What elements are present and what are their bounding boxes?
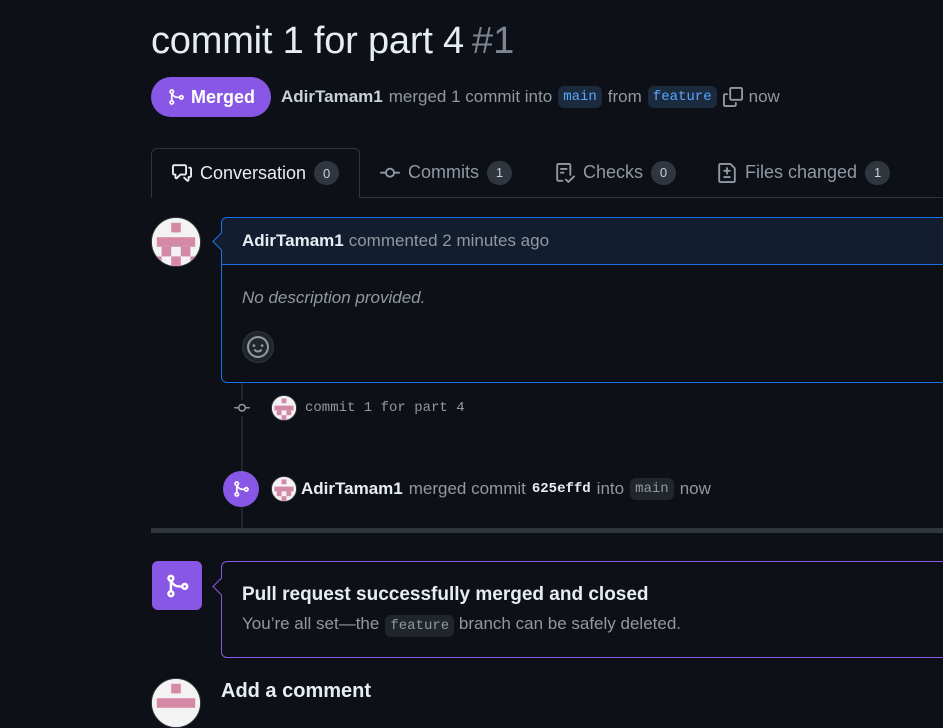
- merge-into-text: into: [596, 479, 625, 498]
- identicon-image: [272, 477, 296, 501]
- merged-status-box: Pull request successfully merged and clo…: [212, 561, 943, 658]
- comment-box: AdirTamam1 commented 2 minutes ago No de…: [212, 217, 943, 383]
- merged-badge-label: Merged: [191, 86, 256, 107]
- comment-discussion-icon: [172, 164, 192, 182]
- add-comment-heading: Add a comment: [221, 680, 372, 702]
- pr-title-row: commit 1 for part 4 #1: [151, 20, 514, 63]
- merged-status-icon-box: [152, 561, 202, 610]
- commit-author-avatar[interactable]: [271, 395, 297, 421]
- copy-icon[interactable]: [722, 87, 743, 107]
- tab-commits-count: 1: [487, 160, 512, 185]
- identicon-image: [152, 679, 200, 727]
- merge-author-avatar[interactable]: [271, 476, 297, 502]
- git-commit-icon: [230, 400, 254, 416]
- merged-sub-after: branch can be safely deleted.: [458, 614, 682, 633]
- merge-author-link[interactable]: AdirTamam1: [301, 479, 403, 499]
- tab-files-changed[interactable]: Files changed 1: [717, 148, 891, 197]
- tab-files-changed-count: 1: [865, 160, 891, 185]
- base-branch-label[interactable]: main: [558, 86, 602, 108]
- merged-status-title: Pull request successfully merged and clo…: [242, 584, 649, 605]
- pr-status-row: Merged AdirTamam1 merged 1 commit into m…: [151, 77, 780, 117]
- comment-body: No description provided.: [242, 288, 426, 307]
- git-merge-icon: [169, 89, 184, 105]
- head-branch-label[interactable]: feature: [647, 86, 717, 108]
- current-user-avatar[interactable]: [151, 678, 201, 728]
- status-time: now: [748, 87, 780, 106]
- status-from-text: from: [607, 87, 642, 106]
- status-author-link[interactable]: AdirTamam1: [281, 87, 383, 107]
- timeline-merge-event: AdirTamam1 merged commit 625effd into ma…: [223, 471, 711, 507]
- comment-author-link[interactable]: AdirTamam1: [242, 231, 344, 251]
- merged-status-subtitle: You’re all set—the feature branch can be …: [242, 614, 940, 637]
- tab-conversation-count: 0: [314, 161, 340, 185]
- tab-checks[interactable]: Checks 0: [555, 148, 677, 197]
- tab-conversation[interactable]: Conversation 0: [151, 148, 361, 198]
- tab-checks-label: Checks: [583, 162, 644, 182]
- merge-target-branch[interactable]: main: [630, 478, 674, 500]
- tab-commits-label: Commits: [408, 162, 479, 182]
- merge-event-badge: [223, 471, 259, 507]
- identicon-image: [152, 218, 200, 266]
- comment-meta[interactable]: commented 2 minutes ago: [349, 231, 549, 251]
- add-reaction-button[interactable]: [242, 331, 274, 363]
- file-diff-icon: [718, 162, 736, 183]
- tab-commits[interactable]: Commits 1: [380, 148, 512, 197]
- status-text: merged 1 commit into: [388, 87, 553, 106]
- tab-files-changed-label: Files changed: [745, 162, 858, 182]
- tab-checks-count: 0: [651, 160, 677, 185]
- checklist-icon: [556, 162, 575, 183]
- merged-sub-before: You’re all set—the: [242, 614, 380, 633]
- avatar[interactable]: [151, 217, 201, 267]
- pr-title: commit 1 for part 4: [151, 20, 464, 62]
- identicon-image: [272, 396, 296, 420]
- commit-message-link[interactable]: commit 1 for part 4: [305, 400, 465, 416]
- timeline-commit-item: commit 1 for part 4: [230, 394, 465, 422]
- merge-commit-sha-link[interactable]: 625effd: [532, 481, 591, 497]
- tab-conversation-label: Conversation: [200, 162, 307, 183]
- git-merge-icon: [167, 574, 189, 597]
- merged-box-arrow: [212, 577, 231, 596]
- pr-tabs: Conversation 0 Commits 1 Checks 0 Files …: [151, 148, 943, 198]
- merge-event-text: merged commit: [408, 479, 526, 498]
- git-commit-icon: [380, 167, 400, 178]
- merged-state-badge: Merged: [151, 77, 272, 117]
- merge-event-time[interactable]: now: [680, 479, 711, 499]
- git-merge-icon: [234, 481, 249, 497]
- pr-number: #1: [471, 20, 515, 62]
- comment-header: AdirTamam1 commented 2 minutes ago: [222, 218, 943, 265]
- merged-sub-branch[interactable]: feature: [385, 615, 455, 637]
- timeline-divider: [151, 528, 943, 533]
- smiley-icon: [247, 336, 269, 358]
